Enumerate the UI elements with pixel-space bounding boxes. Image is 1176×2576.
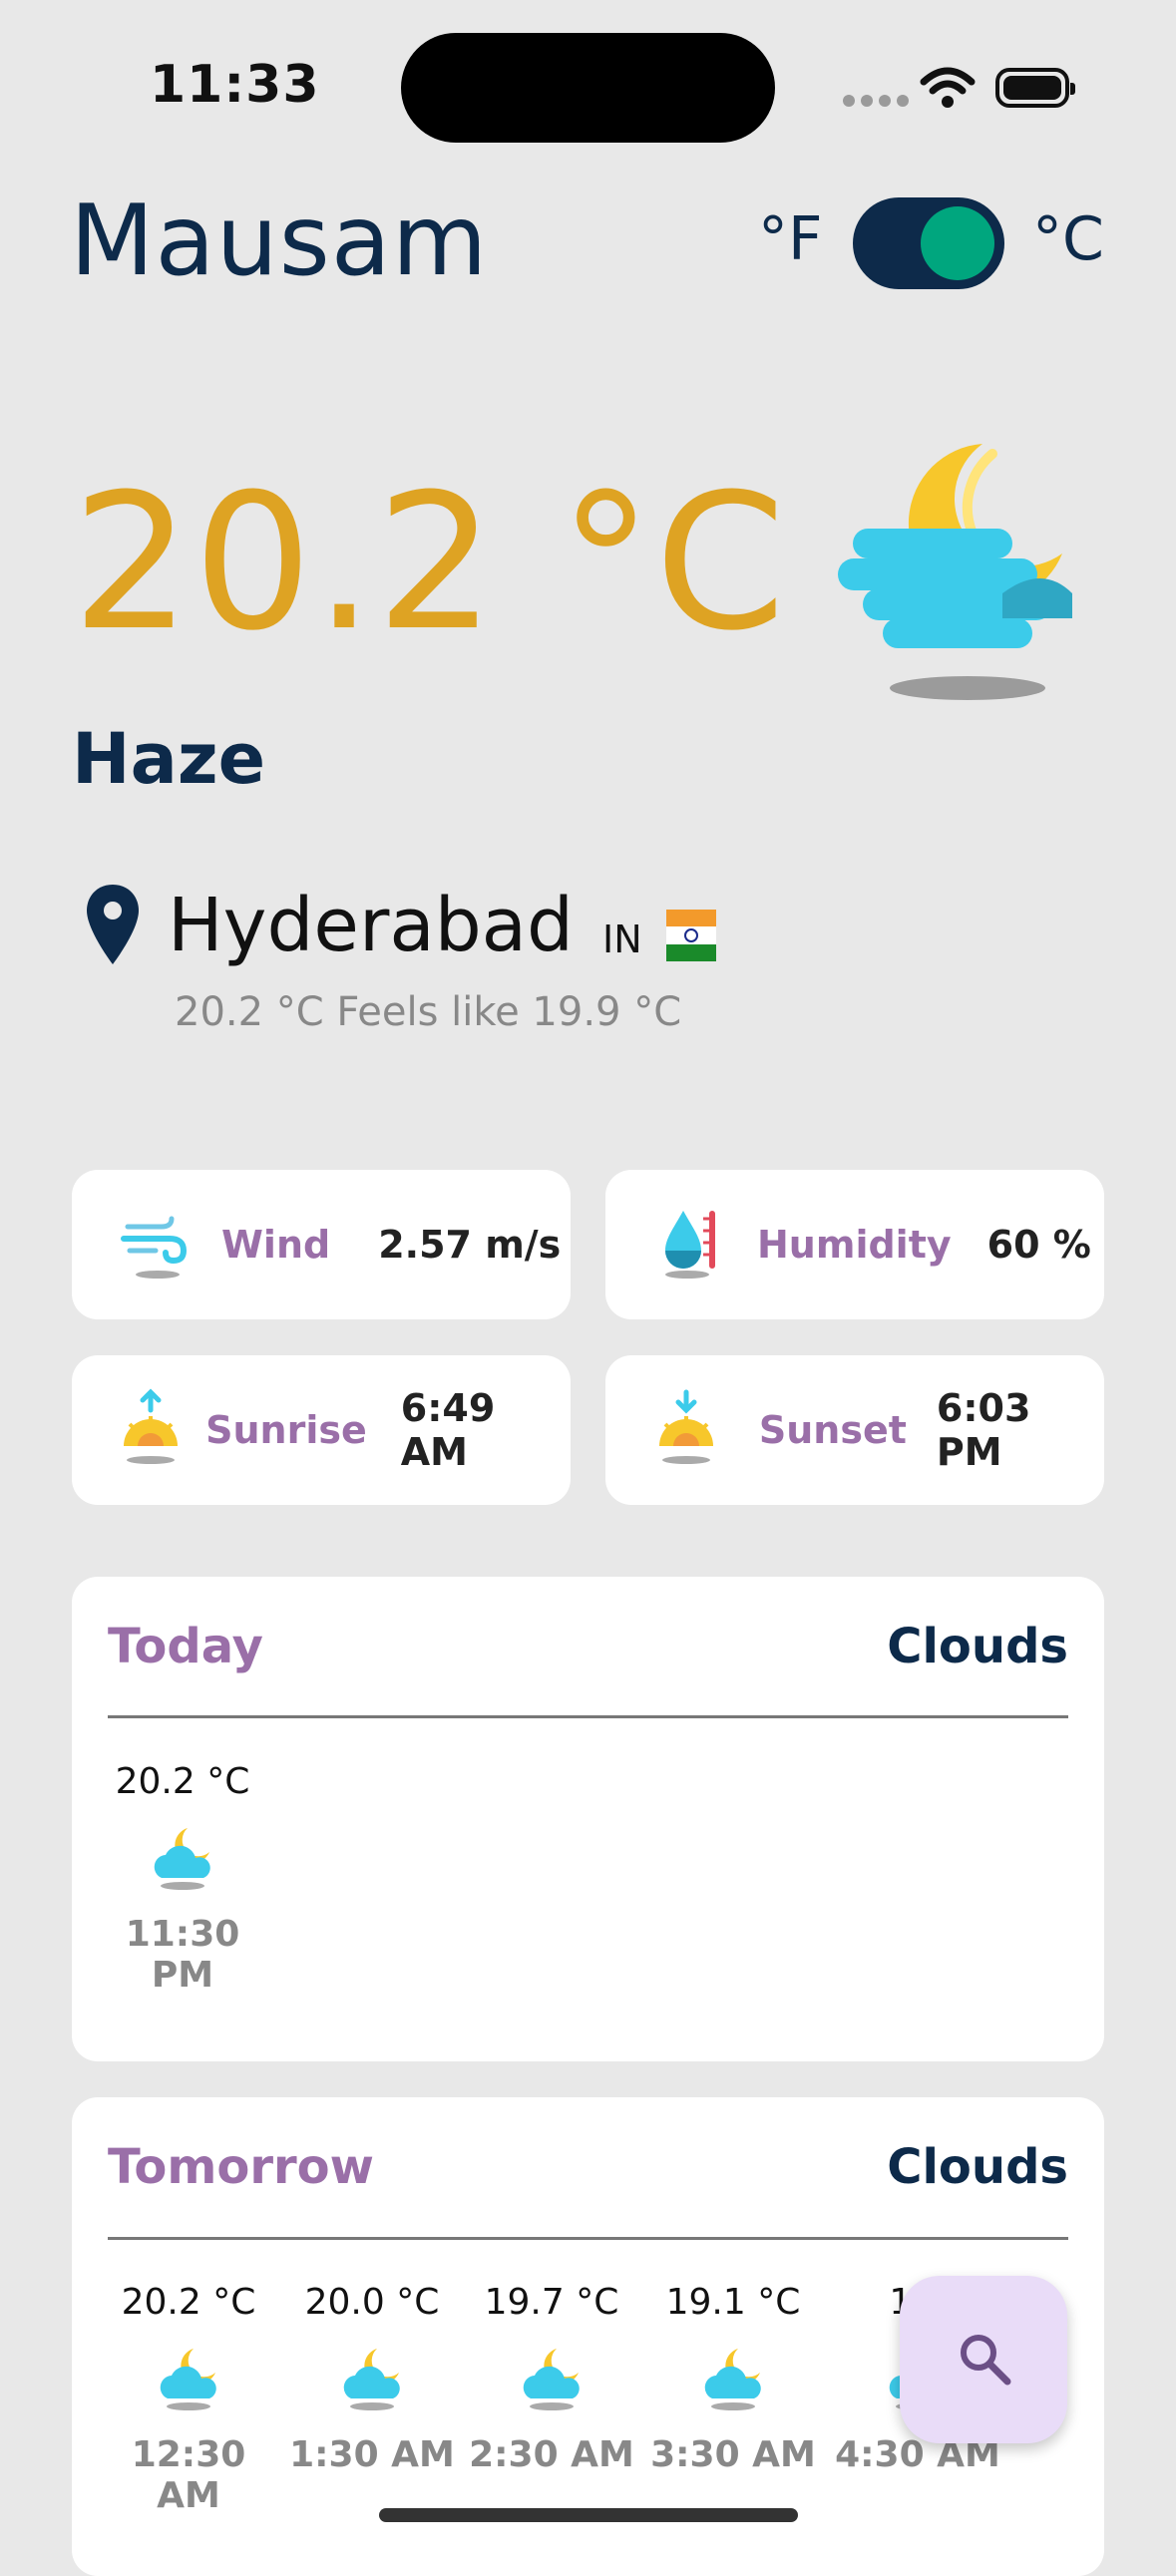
- forecast-time: 2:30 AM: [469, 2434, 634, 2475]
- forecast-item: 20.2 °C 11:30 PM: [98, 1761, 267, 1996]
- forecast-temp: 19.7 °C: [484, 2282, 619, 2323]
- cloud-moon-icon: [98, 1822, 267, 1896]
- wind-value: 2.57 m/s: [378, 1223, 562, 1267]
- sunrise-icon: [118, 1388, 186, 1472]
- moon-haze-icon: [833, 434, 1092, 717]
- forecast-temp: 20.2 °C: [115, 1761, 250, 1802]
- fahrenheit-label: °F: [758, 204, 823, 274]
- sunrise-value: 6:49 AM: [400, 1386, 496, 1474]
- forecast-item: 19.1 °C 3:30 AM: [648, 2282, 818, 2475]
- sunrise-card: Sunrise 6:49 AM: [72, 1355, 571, 1505]
- forecast-temp: 20.2 °C: [121, 2282, 256, 2323]
- tomorrow-divider: [108, 2237, 1068, 2240]
- today-divider: [108, 1715, 1068, 1718]
- wind-icon: [120, 1205, 199, 1285]
- humidity-card: Humidity 60 %: [605, 1170, 1104, 1319]
- forecast-item: 19.7 °C 2:30 AM: [467, 2282, 636, 2475]
- forecast-time: 12:30 AM: [131, 2434, 246, 2516]
- location-pin-icon: [85, 883, 141, 970]
- sunrise-label: Sunrise: [205, 1408, 367, 1452]
- cloud-moon-icon: [287, 2343, 457, 2416]
- toggle-knob: [921, 206, 994, 280]
- search-icon: [956, 2330, 1015, 2393]
- wind-label: Wind: [221, 1223, 331, 1267]
- humidity-icon: [657, 1205, 727, 1285]
- forecast-temp: 19.1 °C: [665, 2282, 801, 2323]
- india-flag-icon: [666, 910, 716, 961]
- search-button[interactable]: [900, 2276, 1067, 2443]
- sunset-icon: [653, 1388, 721, 1472]
- wind-card: Wind 2.57 m/s: [72, 1170, 571, 1319]
- app-title: Mausam: [70, 184, 489, 298]
- celsius-label: °C: [1032, 204, 1104, 274]
- cloud-moon-icon: [467, 2343, 636, 2416]
- forecast-item: 20.2 °C 12:30 AM: [104, 2282, 273, 2516]
- forecast-temp: 20.0 °C: [304, 2282, 440, 2323]
- wifi-icon: [920, 66, 976, 114]
- forecast-item: 20.0 °C 1:30 AM: [287, 2282, 457, 2475]
- city-name: Hyderabad: [168, 883, 574, 968]
- today-title: Today: [108, 1619, 263, 1674]
- unit-toggle[interactable]: [853, 197, 1004, 289]
- current-temperature: 20.2 °C: [72, 454, 788, 672]
- tomorrow-title: Tomorrow: [108, 2139, 374, 2195]
- cloud-moon-icon: [648, 2343, 818, 2416]
- humidity-value: 60 %: [986, 1223, 1091, 1267]
- today-forecast-card: Today Clouds 20.2 °C 11:30 PM: [72, 1577, 1104, 2061]
- forecast-time: 1:30 AM: [289, 2434, 455, 2475]
- weather-description: Haze: [72, 718, 266, 800]
- tomorrow-condition: Clouds: [887, 2139, 1068, 2195]
- home-indicator: [379, 2508, 798, 2522]
- dynamic-island: [401, 33, 775, 143]
- cellular-signal-icon: [843, 92, 915, 111]
- feels-like-text: 20.2 °C Feels like 19.9 °C: [175, 989, 682, 1035]
- humidity-label: Humidity: [757, 1223, 952, 1267]
- battery-icon: [995, 68, 1075, 108]
- today-condition: Clouds: [887, 1619, 1068, 1674]
- sunset-card: Sunset 6:03 PM: [605, 1355, 1104, 1505]
- country-code: IN: [602, 918, 642, 961]
- cloud-moon-icon: [104, 2343, 273, 2416]
- forecast-time: 3:30 AM: [650, 2434, 816, 2475]
- forecast-time: 11:30 PM: [125, 1914, 240, 1996]
- sunset-label: Sunset: [758, 1408, 907, 1452]
- status-time: 11:33: [150, 55, 320, 115]
- sunset-value: 6:03 PM: [936, 1386, 1031, 1474]
